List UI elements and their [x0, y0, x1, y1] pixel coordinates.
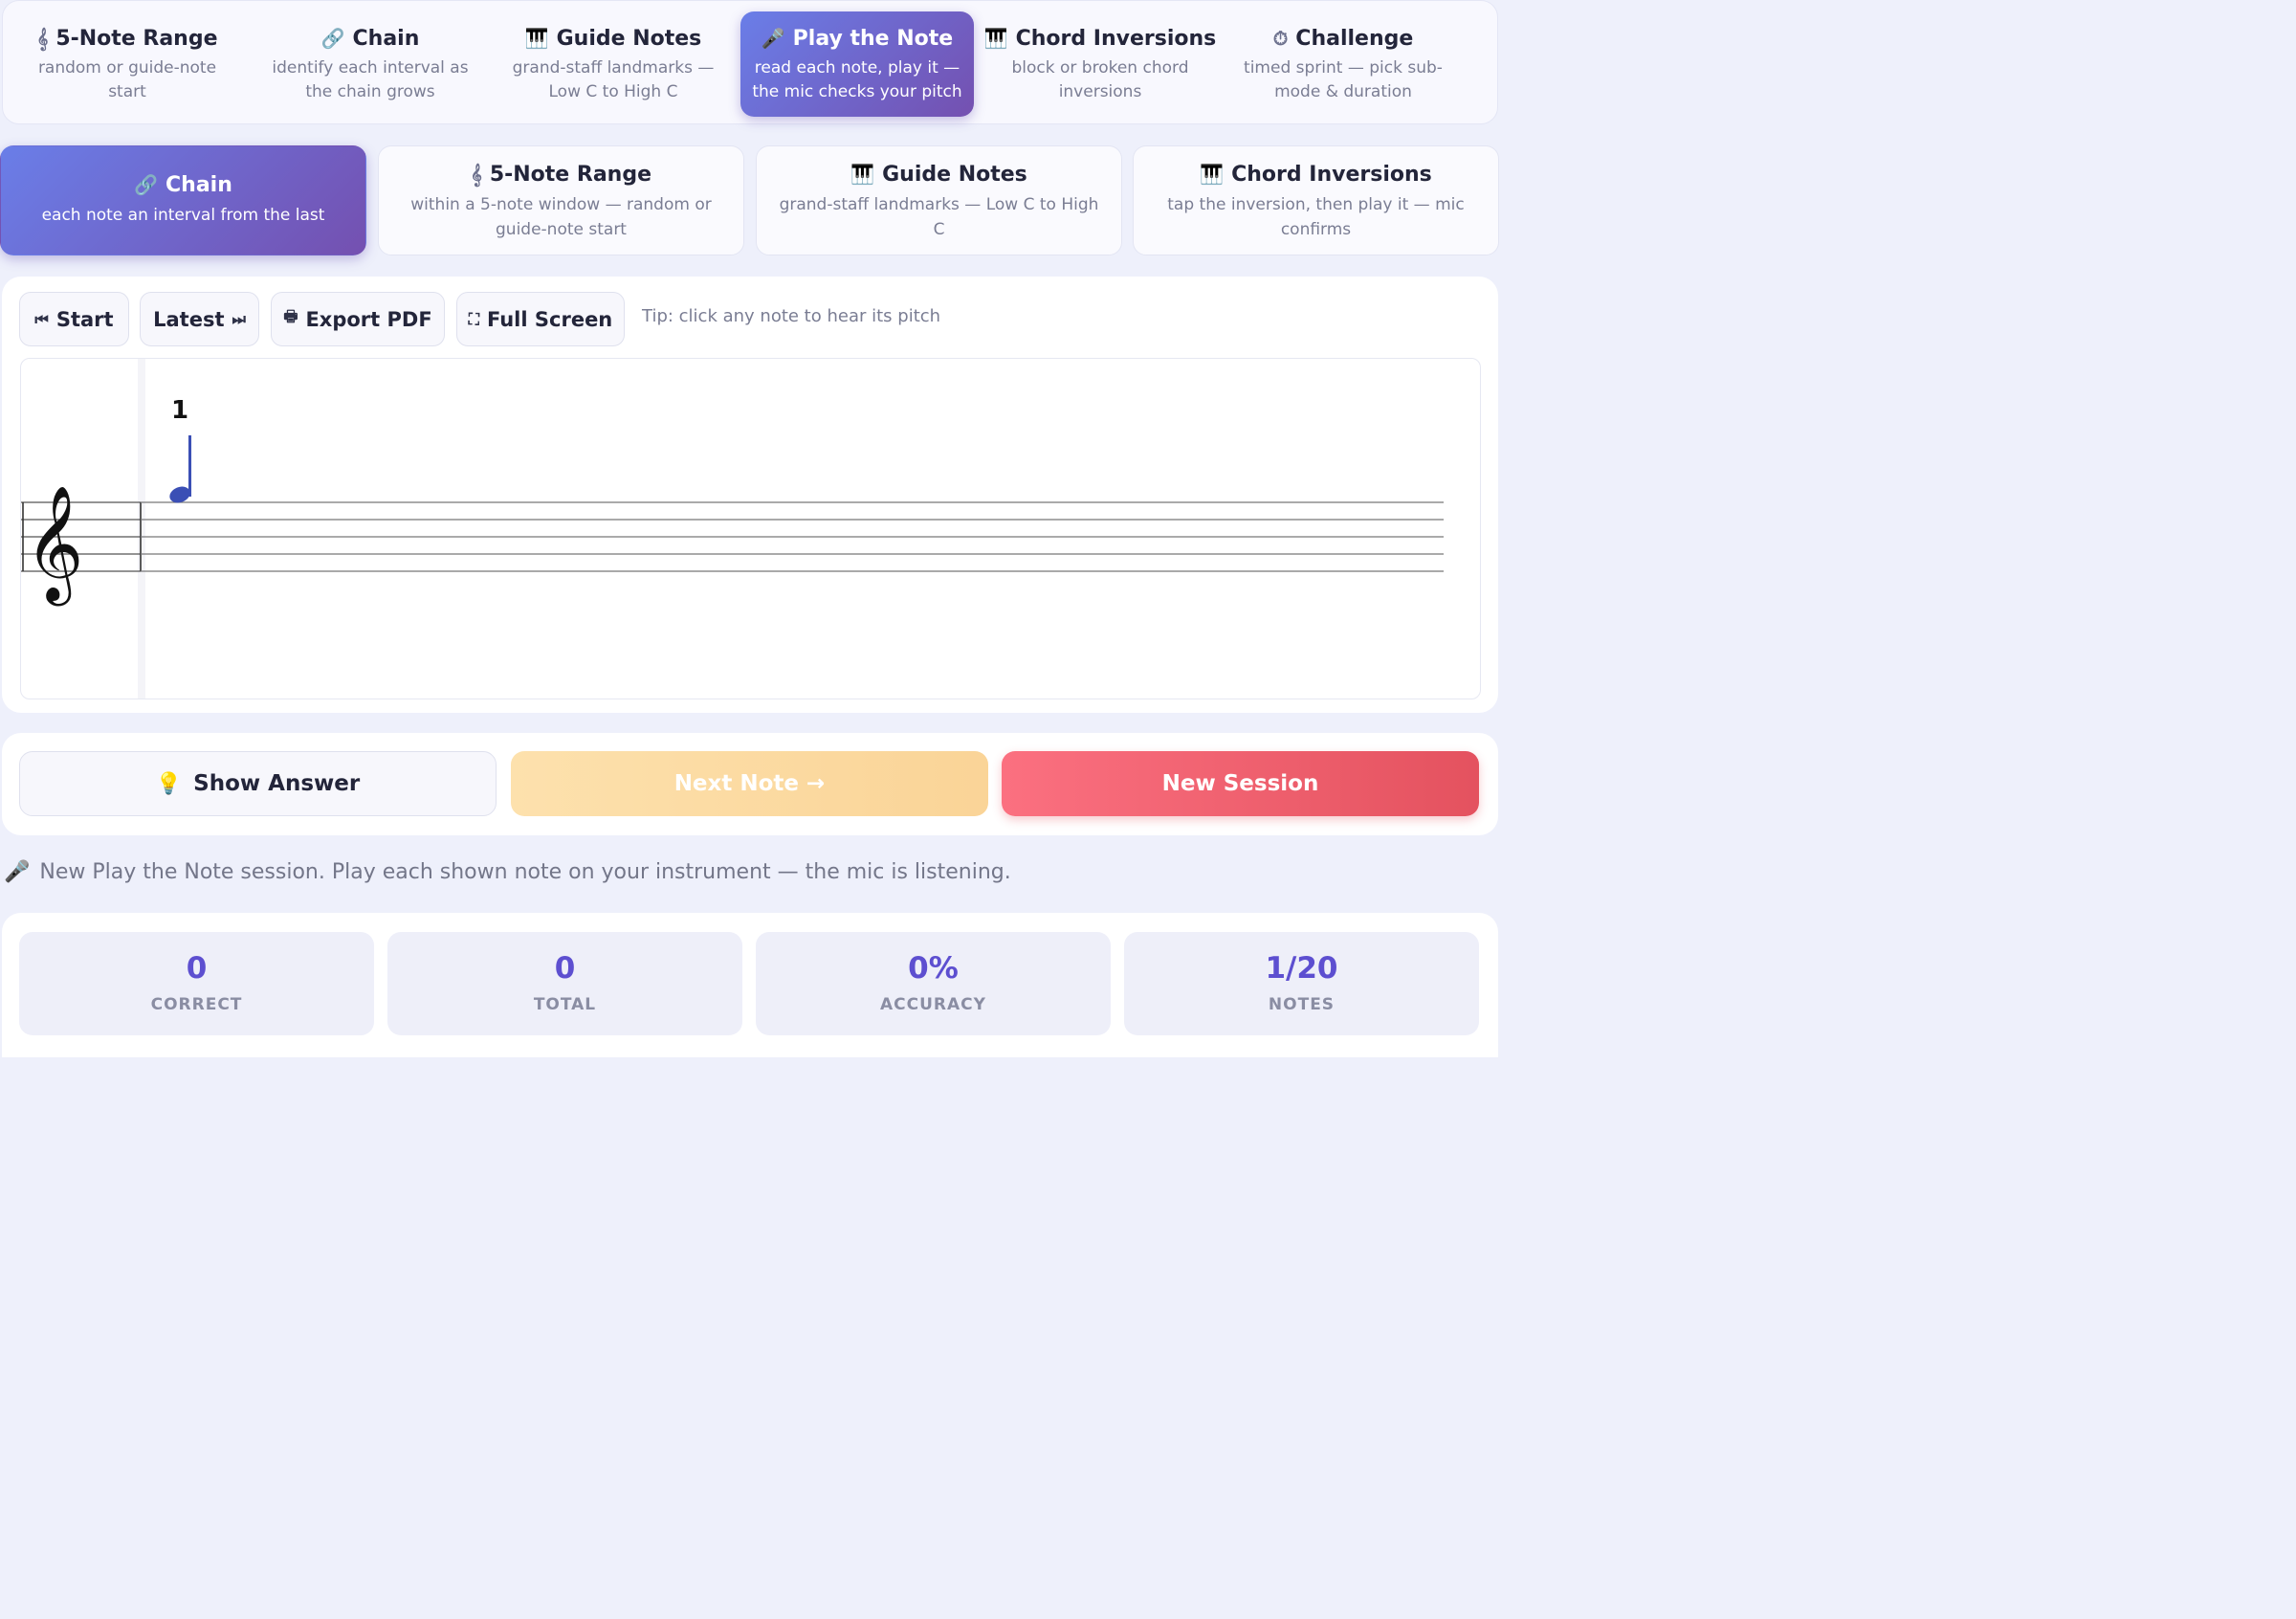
staff-panel: ⏮ Start Latest ⏭ 🖶 Export PDF ⛶ Full Scr… — [2, 277, 1498, 713]
treble-clef-icon: 𝄞 — [470, 163, 482, 186]
submode-description: tap the inversion, then play it — mic co… — [1167, 195, 1465, 239]
export-pdf-button[interactable]: 🖶 Export PDF — [271, 292, 445, 346]
mode-label: 5-Note Range — [55, 27, 218, 51]
status-message: New Play the Note session. Play each sho… — [39, 860, 1011, 884]
link-icon: 🔗 — [320, 27, 345, 50]
mode-challenge[interactable]: ⏱ Challenge timed sprint — pick sub-mode … — [1226, 11, 1460, 117]
piano-icon: 🎹 — [983, 27, 1008, 50]
staff-svg: 𝄞 1 — [21, 359, 1444, 699]
note-number: 1 — [171, 396, 188, 425]
latest-button[interactable]: Latest ⏭ — [140, 292, 259, 346]
stat-value: 0 — [554, 951, 576, 986]
mode-chord-inversions[interactable]: 🎹 Chord Inversions block or broken chord … — [983, 11, 1217, 117]
submode-chord-inversions[interactable]: 🎹 Chord Inversions tap the inversion, the… — [1133, 145, 1499, 255]
stat-value: 0% — [908, 951, 959, 986]
mode-label: Challenge — [1295, 27, 1414, 51]
microphone-icon: 🎤 — [761, 27, 785, 50]
lightbulb-icon: 💡 — [155, 771, 183, 796]
microphone-icon: 🎤 — [4, 860, 31, 884]
stat-label: ACCURACY — [880, 995, 986, 1014]
export-pdf-label: Export PDF — [305, 307, 432, 331]
latest-label: Latest — [153, 307, 225, 331]
mode-label: Chain — [352, 27, 420, 51]
next-note-label: Next Note → — [673, 771, 826, 796]
mode-title: 🎤 Play the Note — [740, 27, 974, 51]
mode-5-note-range[interactable]: 𝄞 5-Note Range random or guide-note start — [11, 11, 244, 117]
next-note-button[interactable]: Next Note → — [511, 751, 988, 816]
mode-label: Chord Inversions — [1015, 27, 1217, 51]
submode-label: Chain — [166, 173, 232, 197]
submode-title: 𝄞 5-Note Range — [379, 163, 743, 187]
new-session-button[interactable]: New Session — [1002, 751, 1479, 816]
full-screen-label: Full Screen — [486, 307, 613, 331]
note-1[interactable]: 1 — [167, 396, 192, 506]
mode-play-the-note[interactable]: 🎤 Play the Note read each note, play it —… — [740, 11, 974, 117]
submode-label: 5-Note Range — [489, 163, 651, 187]
mode-bar: 𝄞 5-Note Range random or guide-note start… — [2, 0, 1498, 124]
tip-text: Tip: click any note to hear its pitch — [642, 306, 941, 326]
submode-chain[interactable]: 🔗 Chain each note an interval from the la… — [0, 145, 366, 255]
stat-label: TOTAL — [533, 995, 597, 1014]
stat-correct: 0 CORRECT — [19, 932, 374, 1035]
staff-canvas: 𝄞 1 — [20, 358, 1481, 699]
mode-description: grand-staff landmarks — Low C to High C — [512, 58, 715, 101]
stats-panel: 0 CORRECT 0 TOTAL 0% ACCURACY 1/20 NOTES — [2, 913, 1498, 1057]
staff-lines — [141, 501, 1444, 572]
submode-5-note-range[interactable]: 𝄞 5-Note Range within a 5-note window — r… — [378, 145, 744, 255]
mode-title: 🎹 Guide Notes — [497, 27, 730, 51]
submode-description: within a 5-note window — random or guide… — [410, 195, 712, 239]
submode-title: 🎹 Guide Notes — [757, 163, 1121, 187]
link-icon: 🔗 — [134, 173, 159, 196]
mode-description: block or broken chord inversions — [1011, 58, 1189, 101]
mode-guide-notes[interactable]: 🎹 Guide Notes grand-staff landmarks — Low… — [497, 11, 730, 117]
show-answer-button[interactable]: 💡 Show Answer — [19, 751, 497, 816]
submode-title: 🎹 Chord Inversions — [1134, 163, 1498, 187]
stat-accuracy: 0% ACCURACY — [756, 932, 1111, 1035]
submode-description: each note an interval from the last — [41, 206, 325, 225]
submode-label: Guide Notes — [882, 163, 1027, 187]
submode-description: grand-staff landmarks — Low C to High C — [779, 195, 1099, 239]
submode-guide-notes[interactable]: 🎹 Guide Notes grand-staff landmarks — Low… — [756, 145, 1122, 255]
piano-icon: 🎹 — [1200, 163, 1225, 186]
stat-label: NOTES — [1268, 995, 1336, 1014]
mode-title: 🎹 Chord Inversions — [983, 27, 1217, 51]
submode-title: 🔗 Chain — [1, 173, 365, 197]
mode-title: ⏱ Challenge — [1226, 27, 1460, 51]
status-line: 🎤 New Play the Note session. Play each s… — [4, 860, 1011, 884]
action-panel: 💡 Show Answer Next Note → New Session — [2, 733, 1498, 835]
piano-icon: 🎹 — [524, 27, 549, 50]
start-button[interactable]: ⏮ Start — [19, 292, 129, 346]
piano-icon: 🎹 — [850, 163, 875, 186]
mode-title: 𝄞 5-Note Range — [11, 27, 244, 51]
system-gutter — [138, 359, 145, 699]
mode-label: Guide Notes — [556, 27, 702, 51]
printer-icon: 🖶 — [283, 307, 298, 325]
skip-forward-icon: ⏭ — [232, 309, 246, 328]
mode-description: read each note, play it — the mic checks… — [752, 58, 962, 101]
mode-label: Play the Note — [792, 27, 954, 51]
mode-description: identify each interval as the chain grow… — [272, 58, 469, 101]
stat-total: 0 TOTAL — [387, 932, 742, 1035]
mode-description: random or guide-note start — [37, 58, 217, 101]
stat-value: 0 — [186, 951, 208, 986]
full-screen-button[interactable]: ⛶ Full Screen — [456, 292, 625, 346]
stopwatch-icon: ⏱ — [1272, 27, 1289, 50]
stat-label: CORRECT — [150, 995, 243, 1014]
mode-chain[interactable]: 🔗 Chain identify each interval as the cha… — [254, 11, 487, 117]
stat-notes: 1/20 NOTES — [1124, 932, 1479, 1035]
new-session-label: New Session — [1161, 771, 1319, 796]
show-answer-label: Show Answer — [193, 771, 361, 796]
submode-label: Chord Inversions — [1231, 163, 1432, 187]
mode-title: 🔗 Chain — [254, 27, 487, 51]
app-root: 𝄞 5-Note Range random or guide-note start… — [0, 0, 1500, 1057]
stat-value: 1/20 — [1265, 951, 1338, 986]
expand-icon: ⛶ — [468, 309, 479, 328]
skip-back-icon: ⏮ — [34, 309, 49, 328]
start-label: Start — [55, 307, 114, 331]
treble-clef-icon: 𝄞 — [36, 27, 49, 50]
mode-description: timed sprint — pick sub-mode & duration — [1244, 58, 1443, 101]
treble-clef-icon: 𝄞 — [25, 484, 83, 606]
